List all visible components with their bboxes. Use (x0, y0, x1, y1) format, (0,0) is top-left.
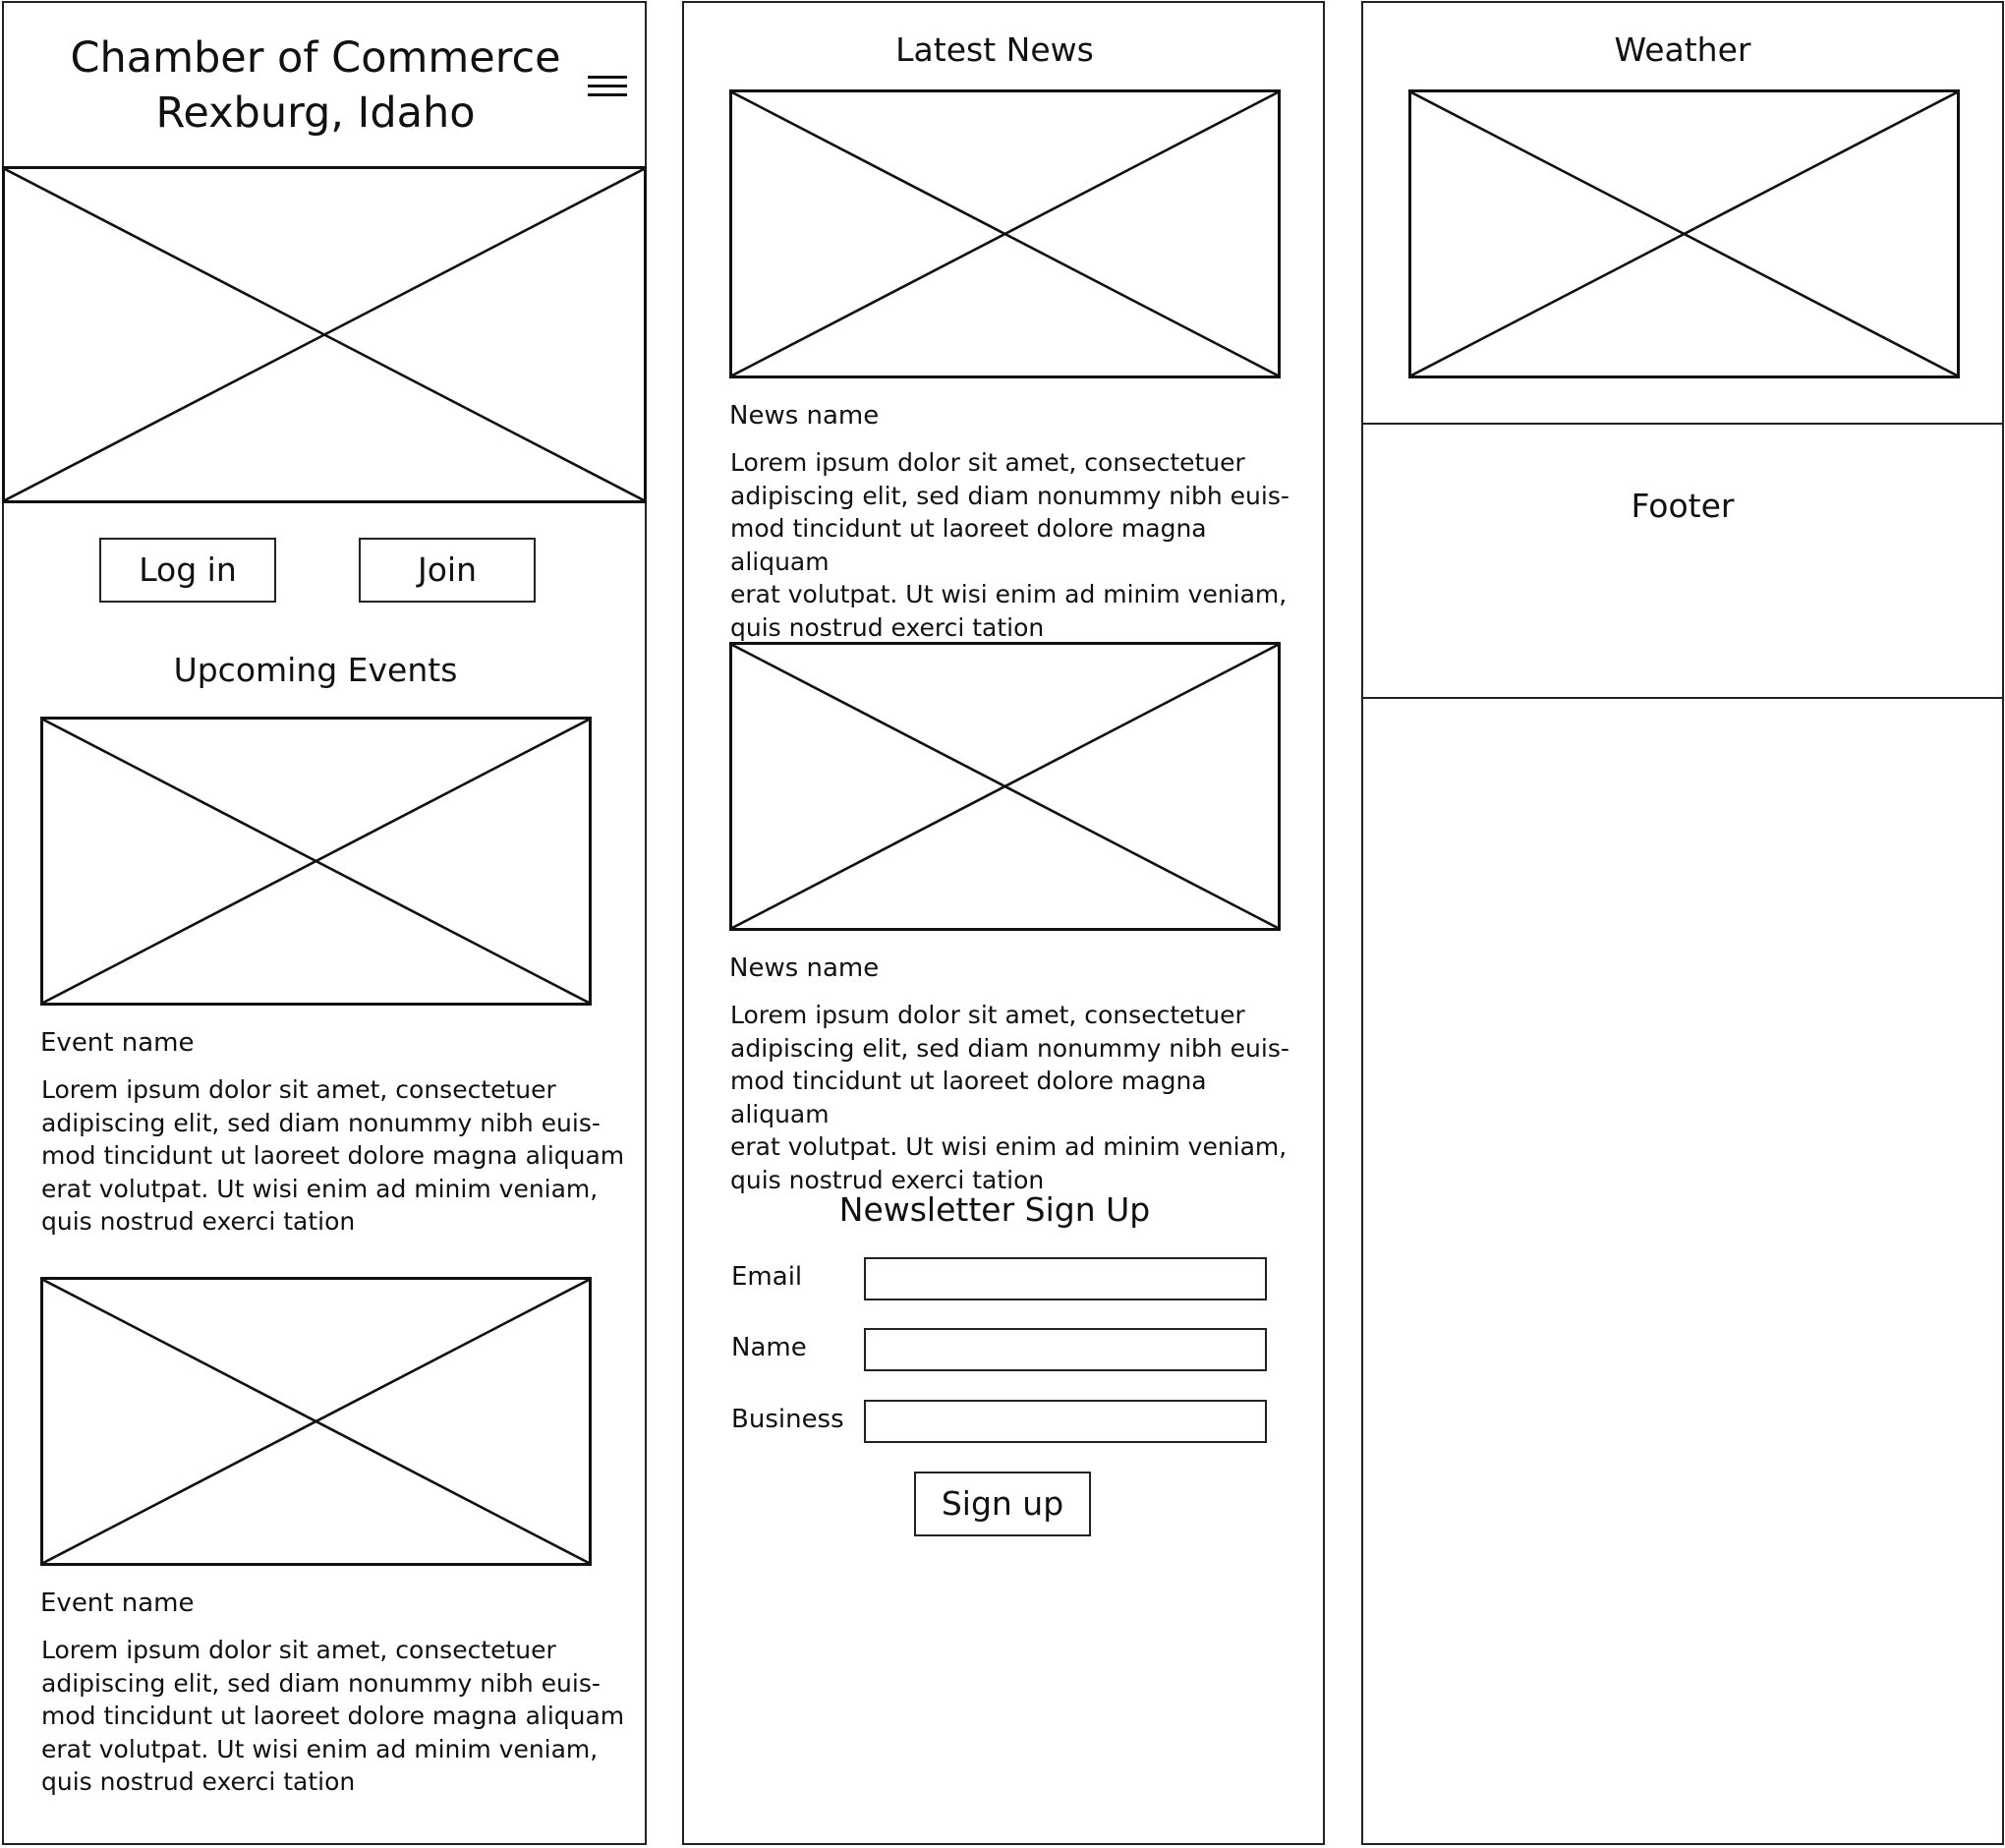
page-title-line2: Rexburg, Idaho (155, 88, 476, 138)
hamburger-menu-icon[interactable] (588, 76, 627, 99)
event-description: Lorem ipsum dolor sit amet, consectetuer… (41, 1636, 625, 1796)
image-placeholder-icon (43, 720, 589, 1003)
image-placeholder-icon (43, 1280, 589, 1563)
middle-column: Latest News News name Lorem ipsum dolor … (682, 1, 1325, 1845)
weather-divider (1363, 423, 2002, 425)
newsletter-heading: Newsletter Sign Up (838, 1190, 1151, 1229)
event-image-placeholder (40, 717, 592, 1006)
page-title-line1: Chamber of Commerce (70, 33, 561, 83)
image-placeholder-icon (732, 92, 1278, 375)
business-label: Business (731, 1405, 844, 1434)
event-name: Event name (40, 1588, 195, 1618)
name-field[interactable] (864, 1328, 1267, 1371)
news-name: News name (729, 401, 880, 431)
image-placeholder-icon (1411, 92, 1957, 375)
news-image-placeholder (729, 642, 1281, 931)
event-image-placeholder (40, 1277, 592, 1566)
footer-label: Footer (1631, 487, 1735, 525)
signup-button[interactable]: Sign up (914, 1472, 1091, 1536)
left-column: Chamber of Commerce Rexburg, Idaho Log i… (2, 1, 647, 1845)
hero-image-placeholder (2, 166, 647, 503)
login-button[interactable]: Log in (99, 538, 276, 603)
business-field[interactable] (864, 1400, 1267, 1443)
name-label: Name (731, 1333, 807, 1362)
news-heading: Latest News (895, 30, 1094, 69)
right-column: Weather Footer (1361, 1, 2004, 1845)
news-description: Lorem ipsum dolor sit amet, consectetuer… (730, 1001, 1289, 1194)
news-name: News name (729, 953, 880, 983)
news-image-placeholder (729, 89, 1281, 378)
image-placeholder-icon (5, 169, 644, 500)
event-name: Event name (40, 1028, 195, 1058)
events-heading: Upcoming Events (173, 651, 458, 689)
footer-divider (1363, 697, 2002, 699)
email-field[interactable] (864, 1257, 1267, 1300)
email-label: Email (731, 1262, 803, 1292)
weather-heading: Weather (1614, 30, 1751, 69)
page-title: Chamber of Commerce Rexburg, Idaho (4, 30, 627, 141)
event-description: Lorem ipsum dolor sit amet, consectetuer… (41, 1075, 625, 1236)
image-placeholder-icon (732, 645, 1278, 928)
join-button[interactable]: Join (359, 538, 536, 603)
news-description: Lorem ipsum dolor sit amet, consectetuer… (730, 448, 1289, 642)
weather-image-placeholder (1408, 89, 1960, 378)
